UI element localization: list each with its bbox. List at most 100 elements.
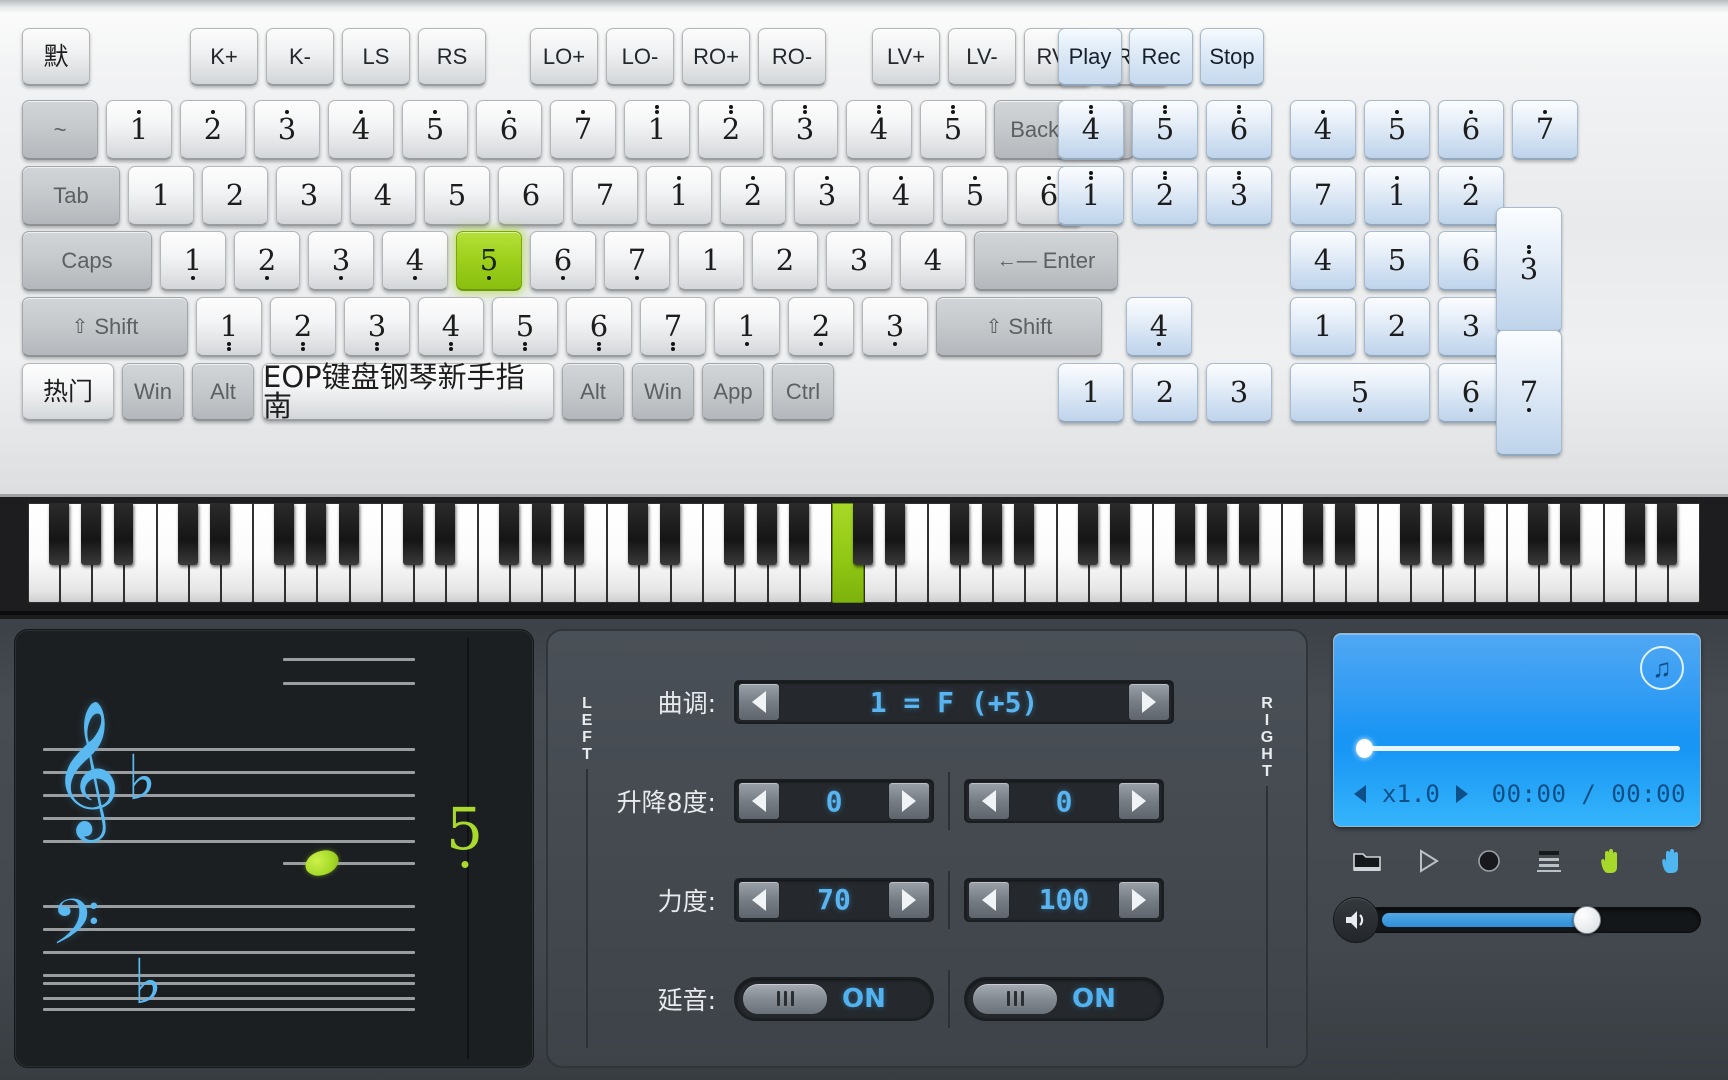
- piano-black-key[interactable]: [177, 503, 198, 565]
- macro-button-lvminus[interactable]: LV-: [948, 28, 1016, 86]
- note-key-4-high1[interactable]: 4: [328, 100, 394, 160]
- note-key-6[interactable]: 6: [1438, 231, 1504, 291]
- note-key-5-high2[interactable]: 5: [920, 100, 986, 160]
- velocity-right-next-button[interactable]: [1118, 880, 1160, 919]
- piano-black-key[interactable]: [1238, 503, 1259, 565]
- note-key-3[interactable]: 3: [276, 166, 342, 226]
- piano-black-key[interactable]: [1560, 503, 1581, 565]
- macro-button-loplus[interactable]: LO+: [530, 28, 598, 86]
- volume-slider-track[interactable]: [1365, 906, 1701, 934]
- piano-keyboard[interactable]: [0, 497, 1728, 615]
- velocity-left-spinner[interactable]: 70: [734, 877, 934, 922]
- piano-black-key[interactable]: [724, 503, 745, 565]
- note-key-3[interactable]: 3: [1206, 363, 1272, 423]
- play-button[interactable]: Play: [1058, 28, 1122, 86]
- piano-black-key[interactable]: [1399, 503, 1420, 565]
- piano-black-key[interactable]: [1206, 503, 1227, 565]
- note-key-1-high1[interactable]: 1: [646, 166, 712, 226]
- note-key-3[interactable]: 3: [826, 231, 892, 291]
- note-key-1-low2[interactable]: 1: [196, 297, 262, 357]
- piano-black-key[interactable]: [402, 503, 423, 565]
- velocity-left-prev-button[interactable]: [738, 880, 780, 919]
- note-key-4-high2[interactable]: 4: [846, 100, 912, 160]
- note-key-1-high1[interactable]: 1: [106, 100, 172, 160]
- octave-shift-left-prev-button[interactable]: [738, 782, 780, 821]
- note-key-5-low1[interactable]: 5: [456, 231, 522, 291]
- piano-black-key[interactable]: [49, 503, 70, 565]
- piano-black-key[interactable]: [306, 503, 327, 565]
- note-key-4-low1[interactable]: 4: [1126, 297, 1192, 357]
- note-key-1-high2[interactable]: 1: [624, 100, 690, 160]
- rec-button[interactable]: Rec: [1129, 28, 1193, 86]
- seek-slider[interactable]: [1356, 739, 1680, 758]
- piano-black-key[interactable]: [853, 503, 873, 565]
- note-key-3-low2[interactable]: 3: [344, 297, 410, 357]
- hot-songs-button[interactable]: 热门: [22, 363, 114, 421]
- score-view-icon[interactable]: [1529, 843, 1569, 879]
- macro-button-lominus[interactable]: LO-: [606, 28, 674, 86]
- piano-black-key[interactable]: [531, 503, 552, 565]
- play-icon[interactable]: [1408, 843, 1448, 879]
- sustain-left-toggle[interactable]: ON: [734, 976, 934, 1021]
- note-key-4-high2[interactable]: 4: [1058, 100, 1124, 160]
- note-key-5-low1[interactable]: 5: [1290, 363, 1430, 423]
- seek-slider-knob[interactable]: [1356, 739, 1374, 758]
- note-key-2[interactable]: 2: [202, 166, 268, 226]
- octave-shift-right-next-button[interactable]: [1118, 782, 1160, 821]
- piano-black-key[interactable]: [338, 503, 359, 565]
- piano-black-key[interactable]: [1624, 503, 1645, 565]
- player-lcd-display[interactable]: ♫ x1.0 00:00 / 00:00: [1333, 633, 1701, 827]
- note-key-1[interactable]: 1: [678, 231, 744, 291]
- piano-black-key[interactable]: [1078, 503, 1099, 565]
- note-key-2-high2[interactable]: 2: [698, 100, 764, 160]
- note-key-7-high1[interactable]: 7: [1512, 100, 1578, 160]
- note-key-4[interactable]: 4: [900, 231, 966, 291]
- key-signature-prev-button[interactable]: [738, 683, 780, 722]
- note-key-4[interactable]: 4: [1290, 231, 1356, 291]
- key-caps[interactable]: Caps: [22, 231, 152, 291]
- note-key-1[interactable]: 1: [1058, 363, 1124, 423]
- macro-button-roplus[interactable]: RO+: [682, 28, 750, 86]
- note-key-3-low1[interactable]: 3: [862, 297, 928, 357]
- octave-shift-right-prev-button[interactable]: [968, 782, 1010, 821]
- key-shift[interactable]: ⇧ Shift: [936, 297, 1102, 357]
- key-shift[interactable]: ⇧ Shift: [22, 297, 188, 357]
- octave-shift-right-spinner[interactable]: 0: [964, 779, 1164, 824]
- note-key-3-high2[interactable]: 3: [1496, 207, 1562, 333]
- note-key-6-high1[interactable]: 6: [1438, 100, 1504, 160]
- note-key-6-high2[interactable]: 6: [1206, 100, 1272, 160]
- piano-black-key[interactable]: [113, 503, 134, 565]
- note-key-1[interactable]: 1: [128, 166, 194, 226]
- macro-button-ls[interactable]: LS: [342, 28, 410, 86]
- sustain-right-knob[interactable]: [972, 982, 1058, 1015]
- note-key-3-high1[interactable]: 3: [254, 100, 320, 160]
- note-key-5-high2[interactable]: 5: [1132, 100, 1198, 160]
- piano-black-key[interactable]: [949, 503, 970, 565]
- key-win[interactable]: Win: [122, 363, 184, 421]
- note-key-2-high1[interactable]: 2: [720, 166, 786, 226]
- volume-slider-knob[interactable]: [1573, 906, 1602, 934]
- piano-black-key[interactable]: [1303, 503, 1324, 565]
- piano-black-key[interactable]: [1431, 503, 1452, 565]
- key-tab[interactable]: Tab: [22, 166, 120, 226]
- piano-black-key[interactable]: [435, 503, 455, 565]
- speaker-icon[interactable]: [1333, 897, 1379, 943]
- speed-increase-icon[interactable]: [1455, 785, 1468, 803]
- note-key-4[interactable]: 4: [350, 166, 416, 226]
- piano-black-key[interactable]: [981, 503, 1002, 565]
- speed-decrease-icon[interactable]: [1354, 785, 1366, 803]
- note-key-2-low2[interactable]: 2: [270, 297, 336, 357]
- key-ctrl[interactable]: Ctrl: [772, 363, 834, 421]
- piano-black-key[interactable]: [1656, 503, 1677, 565]
- note-key-1-high2[interactable]: 1: [1058, 166, 1124, 226]
- sustain-left-knob[interactable]: [742, 982, 828, 1015]
- piano-black-key[interactable]: [627, 503, 648, 565]
- note-key-2[interactable]: 2: [1132, 363, 1198, 423]
- note-key-3[interactable]: 3: [1438, 297, 1504, 357]
- piano-black-key[interactable]: [1528, 503, 1549, 565]
- note-key-6[interactable]: 6: [498, 166, 564, 226]
- note-key-4-high1[interactable]: 4: [1290, 100, 1356, 160]
- note-key-7[interactable]: 7: [1290, 166, 1356, 226]
- note-key-5[interactable]: 5: [424, 166, 490, 226]
- macro-button-rs[interactable]: RS: [418, 28, 486, 86]
